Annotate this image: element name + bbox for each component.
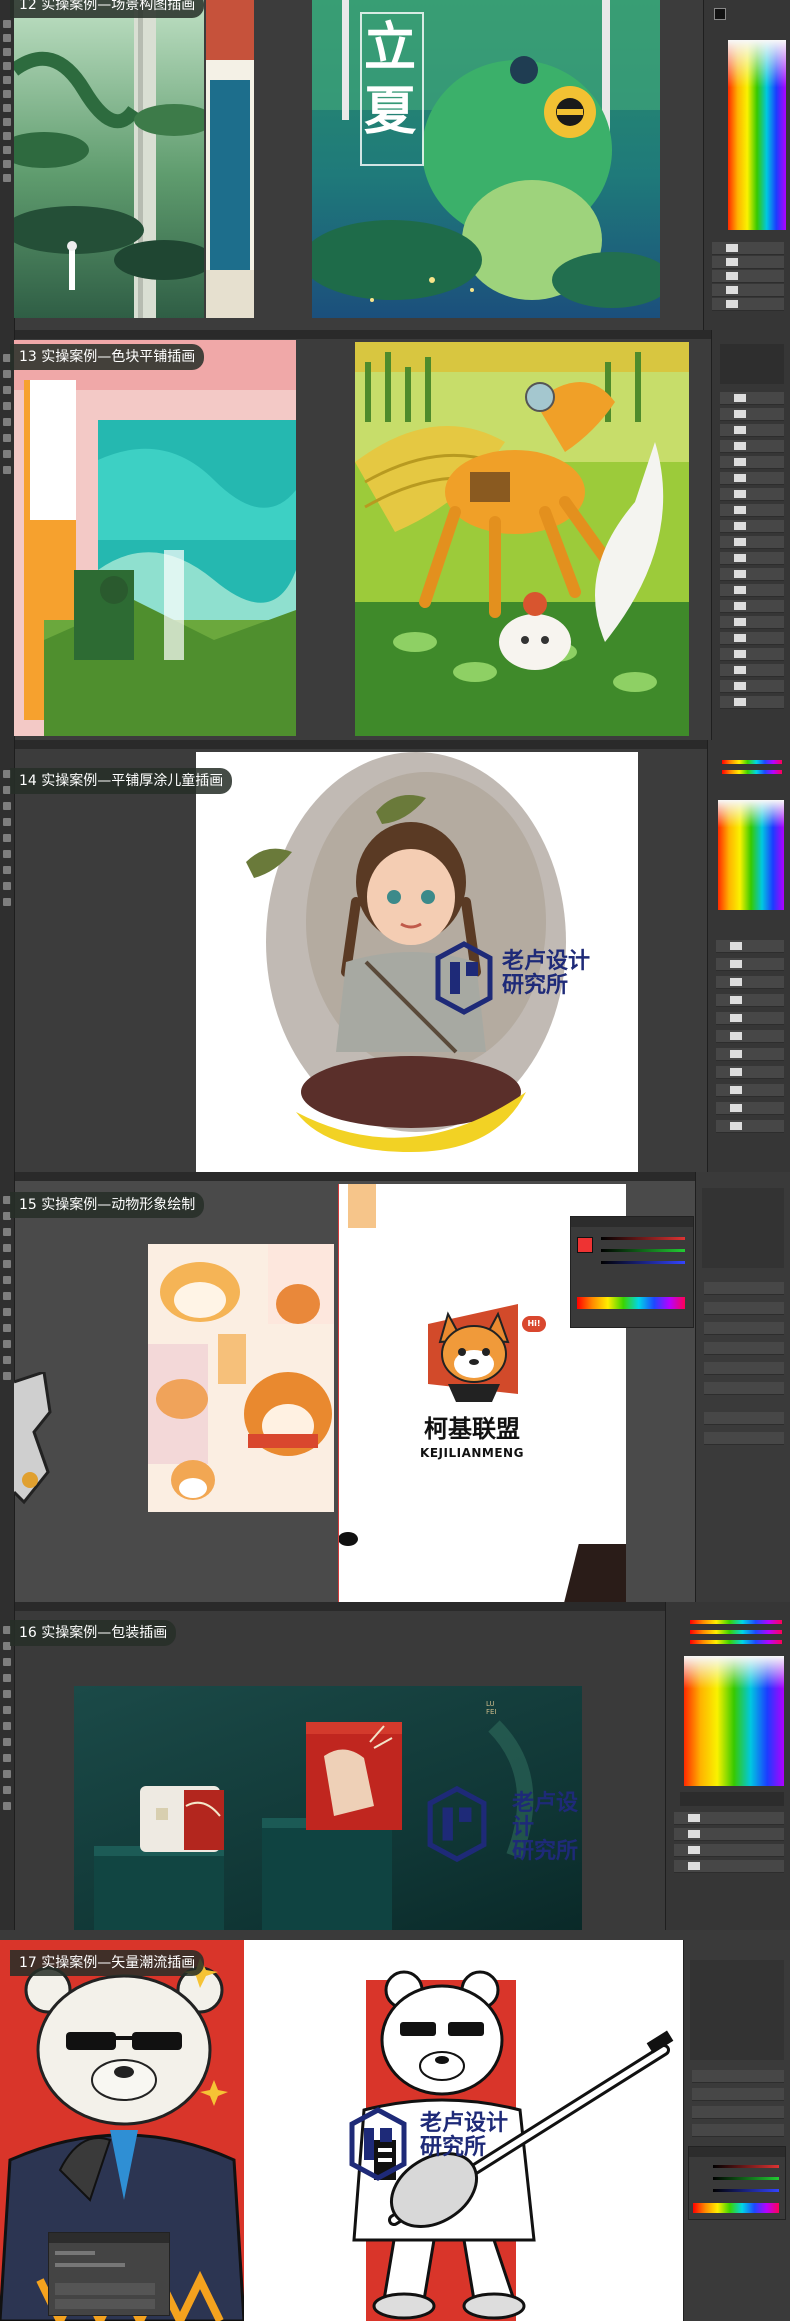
document-tabs[interactable] bbox=[14, 740, 790, 749]
corgi-brand-name: 柯基联盟 bbox=[424, 1415, 520, 1443]
swatch-orange bbox=[348, 1184, 376, 1228]
color-picker[interactable] bbox=[718, 800, 784, 910]
section-17: 老卢设计 研究所 17 实操案例—矢量潮流插画 bbox=[0, 1930, 790, 2321]
package-brand: LU FEI bbox=[486, 1700, 497, 1716]
watermark-text: 老卢设计 研究所 bbox=[512, 1792, 582, 1864]
tutorial-collage: 立 夏 12 实操案例—场景构图插画 13 实操案例—色块平铺插画 老卢设计 研… bbox=[0, 0, 790, 2321]
color-panel[interactable] bbox=[688, 2146, 786, 2220]
tool-panel[interactable] bbox=[0, 1172, 15, 1602]
options-bar[interactable] bbox=[0, 1930, 790, 1940]
jungle-illustration bbox=[14, 0, 204, 318]
section-17-label: 17 实操案例—矢量潮流插画 bbox=[10, 1950, 205, 1976]
watermark-logo-icon bbox=[349, 2107, 407, 2181]
right-panel[interactable] bbox=[703, 0, 790, 330]
section-12: 立 夏 12 实操案例—场景构图插画 bbox=[0, 0, 790, 330]
properties-panel[interactable] bbox=[683, 1940, 790, 2321]
watermark-logo bbox=[426, 1784, 488, 1868]
reference-corgi-art bbox=[148, 1244, 334, 1500]
reference-jungle-image bbox=[14, 0, 204, 318]
poster-title-line2: 夏 bbox=[363, 81, 416, 142]
section-15-label: 15 实操案例—动物形象绘制 bbox=[10, 1192, 205, 1218]
section-14: 老卢设计 研究所 14 实操案例—平铺厚涂儿童插画 bbox=[0, 740, 790, 1172]
watermark-line1: 老卢设计 bbox=[502, 949, 591, 974]
color-picker[interactable] bbox=[684, 1656, 784, 1786]
ink-dot bbox=[338, 1532, 358, 1546]
poster-title-line1: 立 bbox=[363, 17, 416, 78]
watermark-logo-icon bbox=[435, 941, 493, 1015]
section-14-label: 14 实操案例—平铺厚涂儿童插画 bbox=[10, 768, 233, 794]
pasteboard-sketch bbox=[14, 1372, 52, 1505]
color-spectrum-bar[interactable] bbox=[577, 1297, 685, 1309]
color-picker[interactable] bbox=[728, 40, 786, 230]
child-illustration-canvas: 老卢设计 研究所 bbox=[196, 752, 638, 1172]
section-13: 13 实操案例—色块平铺插画 bbox=[0, 330, 790, 740]
layers-panel[interactable] bbox=[711, 330, 790, 740]
watermark-logo bbox=[348, 2106, 408, 2186]
watermark-text: 老卢设计 研究所 bbox=[502, 950, 590, 998]
watermark-logo bbox=[434, 940, 494, 1020]
tool-panel[interactable] bbox=[0, 0, 15, 330]
watermark-line2: 研究所 bbox=[512, 1839, 579, 1864]
package-mockup-canvas: LU FEI 老卢设计 研究所 bbox=[74, 1686, 582, 1930]
watermark-text: 老卢设计 研究所 bbox=[420, 2112, 508, 2160]
reference-collage-art bbox=[14, 340, 296, 736]
reference-strip bbox=[206, 0, 254, 318]
dark-shape bbox=[561, 1544, 626, 1602]
frog-poster-canvas: 立 夏 bbox=[312, 0, 660, 318]
package-scene bbox=[94, 1720, 534, 1930]
canvas-guide bbox=[338, 1184, 339, 1602]
tool-panel[interactable] bbox=[0, 330, 15, 740]
watermark-logo-icon bbox=[427, 1785, 487, 1863]
corgi-logo-mark bbox=[428, 1304, 518, 1402]
color-spectrum-bar[interactable] bbox=[693, 2203, 779, 2213]
watermark-line2: 研究所 bbox=[420, 2135, 487, 2160]
corgi-brand-name-en: KEJILIANMENG bbox=[420, 1446, 524, 1460]
section-15: Hi! 柯基联盟 KEJILIANMENG 15 实操案例—动物形象绘制 bbox=[0, 1172, 790, 1602]
section-16-label: 16 实操案例—包装插画 bbox=[10, 1620, 177, 1646]
layers-panel-header bbox=[720, 344, 784, 384]
section-13-label: 13 实操案例—色块平铺插画 bbox=[10, 344, 205, 370]
foreground-swatch[interactable] bbox=[714, 8, 726, 20]
speech-bubble: Hi! bbox=[522, 1316, 546, 1332]
pegasus-illustration bbox=[355, 342, 689, 736]
reference-corgi-sheet bbox=[148, 1244, 334, 1512]
reference-collage bbox=[14, 340, 296, 736]
right-panel[interactable] bbox=[665, 1602, 790, 1930]
right-panel[interactable] bbox=[707, 740, 790, 1172]
watermark-line1: 老卢设计 bbox=[512, 1791, 579, 1840]
bear-guitar-canvas: 老卢设计 研究所 bbox=[244, 1940, 684, 2321]
section-12-label: 12 实操案例—场景构图插画 bbox=[10, 0, 205, 18]
tool-panel[interactable] bbox=[0, 1602, 15, 1930]
properties-panel[interactable] bbox=[695, 1172, 790, 1602]
document-tabs[interactable] bbox=[14, 330, 790, 339]
tool-panel[interactable] bbox=[0, 740, 15, 1172]
document-tabs[interactable] bbox=[14, 1172, 790, 1181]
color-panel[interactable] bbox=[570, 1216, 694, 1328]
watermark-line2: 研究所 bbox=[502, 973, 569, 998]
poster-title: 立 夏 bbox=[362, 16, 418, 144]
pegasus-canvas bbox=[355, 342, 689, 736]
brush-settings-panel[interactable] bbox=[48, 2232, 170, 2316]
section-16: LU FEI 老卢设计 研究所 16 实操案例—包装插画 bbox=[0, 1602, 790, 1930]
watermark-line1: 老卢设计 bbox=[420, 2111, 509, 2136]
